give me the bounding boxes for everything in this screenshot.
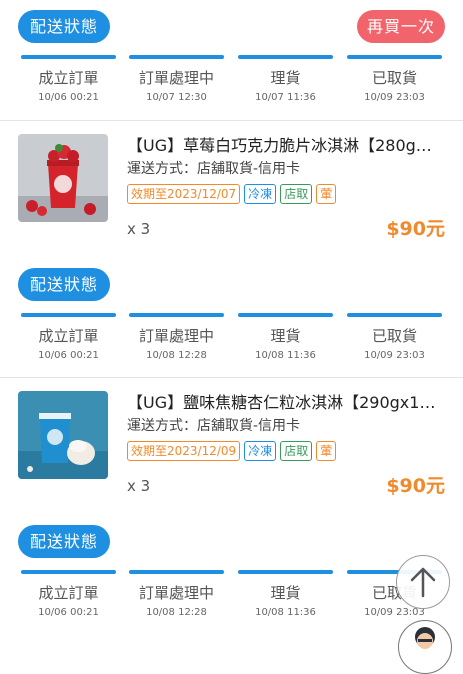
step-bar (21, 570, 116, 574)
buy-again-button[interactable]: 再買一次 (356, 10, 445, 43)
step-time: 10/08 12:28 (146, 607, 207, 618)
order-status-section-1: 配送狀態 再買一次 成立訂單 10/06 00:21 訂單處理中 10/07 1… (0, 10, 463, 120)
step-time: 10/06 00:21 (38, 92, 99, 103)
step-bar (129, 55, 224, 59)
product-quantity: x 3 (127, 220, 151, 238)
product-name[interactable]: 【UG】草莓白巧克力脆片冰淇淋【280g… (127, 132, 447, 156)
step-label: 已取貨 (371, 327, 417, 345)
expiry-tag: 效期至2023/12/09 (127, 441, 241, 461)
step-order-processing: 訂單處理中 10/08 12:28 (126, 570, 227, 630)
step-bar (347, 313, 442, 317)
step-label: 訂單處理中 (138, 69, 214, 87)
delivery-status-button[interactable]: 配送狀態 (18, 268, 111, 301)
chat-avatar-button[interactable] (398, 620, 452, 674)
step-order-created: 成立訂單 10/06 00:21 (18, 55, 119, 115)
strawberry-ice-cream-cup-icon (18, 134, 108, 222)
store-pickup-tag: 店取 (280, 441, 313, 461)
arrow-up-icon (410, 567, 436, 598)
product-name[interactable]: 【UG】鹽味焦糖杏仁粒冰淇淋【290gx1… (127, 389, 447, 413)
shipping-method: 運送方式：店舖取貨-信用卡 (127, 161, 301, 177)
order-progress-steps: 成立訂單 10/06 00:21 訂單處理中 10/08 12:28 理貨 10… (18, 313, 445, 373)
step-picking: 理貨 10/08 11:36 (235, 570, 336, 630)
step-label: 訂單處理中 (138, 584, 214, 602)
expiry-tag: 效期至2023/12/07 (127, 184, 241, 204)
step-label: 成立訂單 (38, 327, 99, 345)
step-time: 10/07 12:30 (146, 92, 207, 103)
step-picking: 理貨 10/07 11:36 (235, 55, 336, 115)
step-picked-up: 已取貨 10/09 23:03 (344, 313, 445, 373)
product-image[interactable] (18, 134, 108, 222)
frozen-tag: 冷凍 (244, 441, 277, 461)
section-divider (0, 120, 463, 121)
product-tags: 效期至2023/12/07 冷凍 店取葷 (127, 184, 340, 206)
shipping-method: 運送方式：店舖取貨-信用卡 (127, 418, 301, 434)
scroll-to-top-button[interactable] (396, 555, 450, 609)
order-product-item[interactable]: 【UG】草莓白巧克力脆片冰淇淋【280g… 運送方式：店舖取貨-信用卡 效期至2… (0, 126, 463, 246)
step-label: 理貨 (270, 327, 301, 345)
step-label: 成立訂單 (38, 584, 99, 602)
order-product-item[interactable]: 【UG】鹽味焦糖杏仁粒冰淇淋【290gx1… 運送方式：店舖取貨-信用卡 效期至… (0, 383, 463, 503)
product-price: $90元 (386, 218, 445, 240)
order-progress-steps: 成立訂單 10/06 00:21 訂單處理中 10/08 12:28 理貨 10… (18, 570, 445, 630)
step-time: 10/08 12:28 (146, 350, 207, 361)
step-bar (347, 55, 442, 59)
step-bar (21, 313, 116, 317)
order-status-section-3: 配送狀態 成立訂單 10/06 00:21 訂單處理中 10/08 12:28 … (0, 525, 463, 635)
step-bar (129, 570, 224, 574)
step-label: 已取貨 (371, 69, 417, 87)
step-bar (238, 313, 333, 317)
avatar-icon (415, 627, 435, 649)
step-order-created: 成立訂單 10/06 00:21 (18, 570, 119, 630)
step-label: 理貨 (270, 584, 301, 602)
non-vegetarian-tag: 葷 (316, 184, 337, 204)
step-bar (238, 570, 333, 574)
delivery-status-button[interactable]: 配送狀態 (18, 10, 111, 43)
step-bar (129, 313, 224, 317)
section-divider (0, 377, 463, 378)
store-pickup-tag: 店取 (280, 184, 313, 204)
product-tags: 效期至2023/12/09 冷凍 店取葷 (127, 441, 340, 463)
caramel-ice-cream-cup-icon (18, 391, 108, 479)
delivery-status-button[interactable]: 配送狀態 (18, 525, 111, 558)
step-order-processing: 訂單處理中 10/07 12:30 (126, 55, 227, 115)
step-label: 訂單處理中 (138, 327, 214, 345)
step-bar (21, 55, 116, 59)
step-time: 10/09 23:03 (364, 92, 425, 103)
step-picked-up: 已取貨 10/09 23:03 (344, 55, 445, 115)
step-time: 10/08 11:36 (255, 350, 316, 361)
order-progress-steps: 成立訂單 10/06 00:21 訂單處理中 10/07 12:30 理貨 10… (18, 55, 445, 115)
step-time: 10/07 11:36 (255, 92, 316, 103)
step-picking: 理貨 10/08 11:36 (235, 313, 336, 373)
step-time: 10/06 00:21 (38, 607, 99, 618)
non-vegetarian-tag: 葷 (316, 441, 337, 461)
step-time: 10/08 11:36 (255, 607, 316, 618)
step-time: 10/09 23:03 (364, 350, 425, 361)
step-label: 成立訂單 (38, 69, 99, 87)
product-quantity: x 3 (127, 477, 151, 495)
step-order-created: 成立訂單 10/06 00:21 (18, 313, 119, 373)
step-time: 10/06 00:21 (38, 350, 99, 361)
product-image[interactable] (18, 391, 108, 479)
step-bar (238, 55, 333, 59)
product-price: $90元 (386, 475, 445, 497)
order-status-section-2: 配送狀態 成立訂單 10/06 00:21 訂單處理中 10/08 12:28 … (0, 268, 463, 378)
step-order-processing: 訂單處理中 10/08 12:28 (126, 313, 227, 373)
frozen-tag: 冷凍 (244, 184, 277, 204)
step-label: 理貨 (270, 69, 301, 87)
